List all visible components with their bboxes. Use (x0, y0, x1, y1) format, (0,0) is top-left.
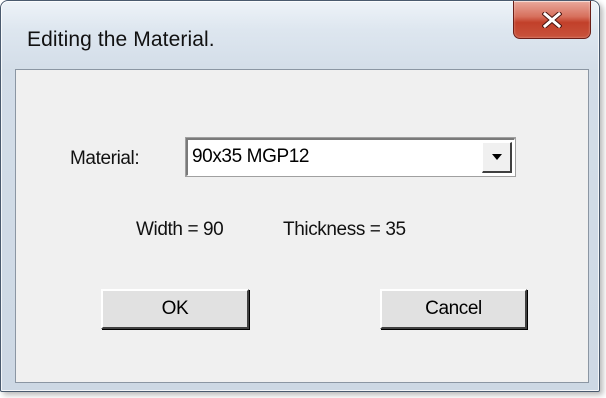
ok-button[interactable]: OK (101, 289, 249, 329)
dialog-content: Material: 90x35 MGP12 Width = 90 Thickne… (15, 69, 589, 383)
cancel-button[interactable]: Cancel (380, 289, 527, 329)
material-label: Material: (70, 148, 140, 169)
dropdown-button[interactable] (482, 142, 512, 173)
dialog-window: Editing the Material. Material: 90x35 MG… (0, 0, 600, 392)
material-dropdown-value: 90x35 MGP12 (192, 146, 310, 167)
title-bar[interactable]: Editing the Material. (1, 1, 599, 69)
ok-button-label: OK (161, 298, 189, 319)
close-button[interactable] (513, 1, 591, 39)
thickness-text: Thickness = 35 (283, 219, 406, 240)
cancel-button-label: Cancel (425, 298, 482, 319)
window-title: Editing the Material. (27, 28, 215, 51)
width-text: Width = 90 (136, 219, 224, 240)
dropdown-arrow-icon (491, 154, 502, 160)
close-icon (542, 11, 562, 28)
material-dropdown[interactable]: 90x35 MGP12 (186, 138, 515, 176)
